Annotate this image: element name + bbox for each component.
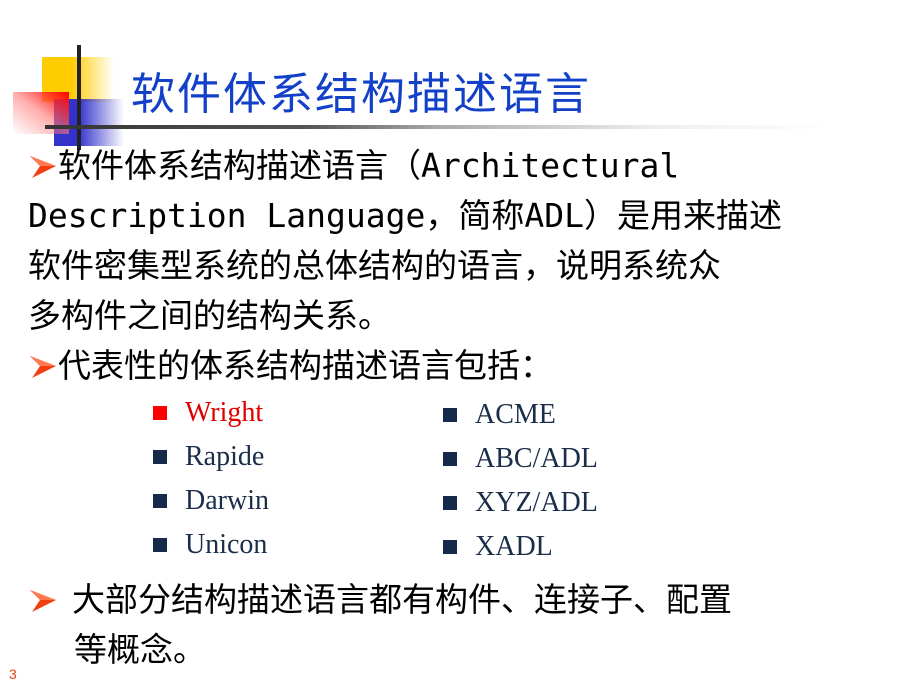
bullet-adl-definition: 软件体系结构描述语言（Architectural Description Lan…	[28, 141, 908, 341]
slide-title: 软件体系结构描述语言	[131, 69, 591, 120]
bullet-line: Description Language，简称ADL）是用来描述	[28, 196, 782, 235]
adl-item: Wright	[153, 391, 269, 435]
page-number: 3	[9, 666, 17, 682]
adl-item: Darwin	[153, 479, 269, 523]
bullet-representative-adls: 代表性的体系结构描述语言包括：	[28, 341, 908, 391]
adl-item: XADL	[443, 525, 598, 569]
adl-item: ACME	[443, 393, 598, 437]
arrow-bullet-icon	[30, 590, 56, 612]
square-bullet-icon	[443, 496, 457, 510]
square-bullet-icon	[443, 540, 457, 554]
bullet-line: 软件体系结构描述语言（Architectural	[58, 146, 680, 185]
adl-list-right: ACME ABC/ADL XYZ/ADL XADL	[443, 393, 598, 569]
bullet-line: 多构件之间的结构关系。	[28, 296, 391, 335]
bullet-line: 等概念。	[74, 630, 206, 669]
bullet-line: 大部分结构描述语言都有构件、连接子、配置	[72, 580, 732, 619]
square-bullet-icon	[443, 408, 457, 422]
bullet-common-concepts: 大部分结构描述语言都有构件、连接子、配置 等概念。	[28, 575, 908, 675]
title-underline	[45, 125, 920, 129]
square-bullet-icon	[153, 538, 167, 552]
adl-item: Rapide	[153, 435, 269, 479]
square-bullet-icon	[153, 494, 167, 508]
adl-item: ABC/ADL	[443, 437, 598, 481]
arrow-bullet-icon	[30, 156, 56, 178]
arrow-bullet-icon	[30, 356, 56, 378]
adl-list-left: Wright Rapide Darwin Unicon	[153, 391, 269, 567]
adl-item: Unicon	[153, 523, 269, 567]
square-bullet-icon	[153, 406, 167, 420]
square-bullet-icon	[153, 450, 167, 464]
bullet-line: 代表性的体系结构描述语言包括：	[58, 346, 553, 385]
bullet-line: 软件密集型系统的总体结构的语言，说明系统众	[28, 246, 721, 285]
decorative-vertical-line	[77, 45, 81, 150]
square-bullet-icon	[443, 452, 457, 466]
adl-item: XYZ/ADL	[443, 481, 598, 525]
